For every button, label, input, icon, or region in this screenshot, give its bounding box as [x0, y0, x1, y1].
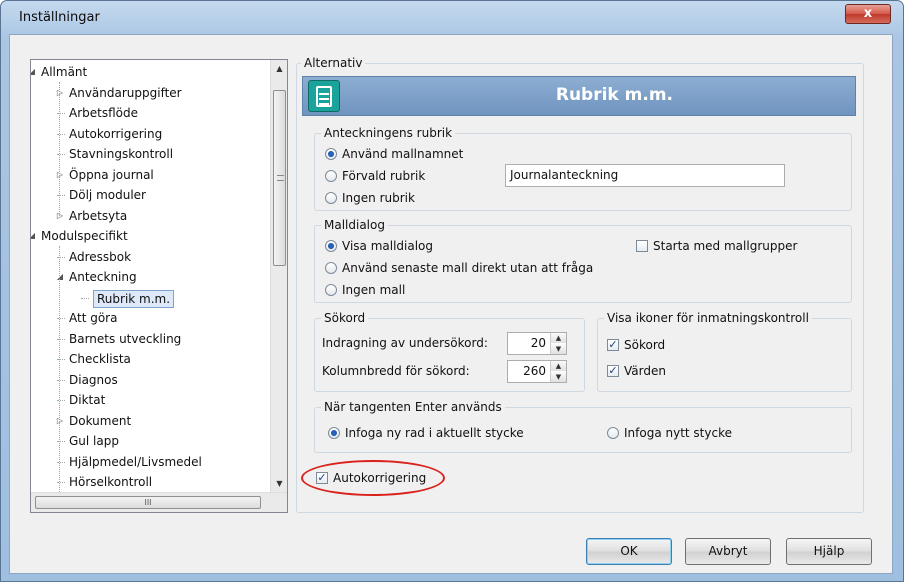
tree-vertical-scrollbar[interactable]: ▲ ▼	[270, 60, 287, 492]
tree-item-label: Anteckning	[69, 270, 137, 284]
spin-down-icon[interactable]: ▼	[551, 372, 566, 382]
tree-item-label: Att göra	[69, 311, 118, 325]
indent-label: Indragning av undersökord:	[322, 336, 488, 350]
tree-item[interactable]: Diagnos	[31, 370, 269, 390]
input-icons-legend: Visa ikoner för inmatningskontroll	[604, 311, 812, 325]
settings-tree: ◢ Allmänt ▷ Användaruppgifter Arbetsflöde Aut…	[30, 59, 288, 513]
tree-item[interactable]: Rubrik m.m.	[31, 288, 269, 308]
tree-item[interactable]: Diktat	[31, 390, 269, 410]
tree-item-label-selected: Rubrik m.m.	[93, 289, 175, 308]
tree-item[interactable]: Att göra	[31, 308, 269, 328]
tree-item-label: Dölj moduler	[69, 188, 146, 202]
tree-item-label: Dokument	[69, 413, 132, 428]
tree-item[interactable]: Barnets utveckling	[31, 329, 269, 349]
scroll-thumb[interactable]	[273, 90, 286, 266]
tree-item[interactable]: Hjälpmedel/Livsmedel	[31, 452, 269, 472]
tree-item-label: Hjälpmedel/Livsmedel	[69, 454, 202, 469]
tree-item[interactable]: ▷ Dokument	[31, 411, 269, 431]
tree-item[interactable]: Checklista	[31, 349, 269, 369]
scroll-up-icon[interactable]: ▲	[271, 60, 288, 77]
template-dialog-legend: Malldialog	[321, 218, 388, 232]
tree-item-label: Arbetsyta	[69, 208, 128, 223]
tree-item-label: Användaruppgifter	[69, 85, 182, 100]
tree-item[interactable]: ◢ Allmänt	[31, 62, 269, 82]
tree-item[interactable]: Autokorrigering	[31, 124, 269, 144]
tree-item-label: Stavningskontroll	[69, 147, 174, 161]
radio-icon	[325, 192, 337, 204]
enter-key-legend: När tangenten Enter används	[321, 400, 505, 414]
tree-item[interactable]: Arbetsflöde	[31, 103, 269, 123]
tree-item-label: Öppna journal	[69, 167, 154, 182]
tree-item[interactable]: Hörselkontroll	[31, 472, 269, 492]
checkbox-checked-icon: ✓	[607, 364, 619, 377]
tree-connector	[59, 82, 60, 218]
tree-item[interactable]: ◢ Modulspecifikt	[31, 226, 269, 246]
radio-selected-icon	[328, 427, 340, 439]
collapsed-arrow-icon[interactable]: ▷	[55, 83, 65, 103]
radio-selected-icon	[325, 240, 337, 252]
tree-item-label: Hörselkontroll	[69, 475, 153, 489]
radio-icon	[325, 284, 337, 296]
collapsed-arrow-icon[interactable]: ▷	[55, 165, 65, 185]
expanded-arrow-icon[interactable]: ◢	[31, 62, 37, 82]
tree-item[interactable]: Adressbok	[31, 247, 269, 267]
tree-item[interactable]: Dölj moduler	[31, 185, 269, 205]
grip-icon	[277, 175, 284, 181]
default-heading-input[interactable]: Journalanteckning	[505, 164, 785, 187]
close-button[interactable]: x	[845, 4, 891, 24]
tree-item-label: Autokorrigering	[69, 126, 163, 141]
cancel-button[interactable]: Avbryt	[685, 538, 771, 565]
heading-group-legend: Anteckningens rubrik	[321, 126, 456, 140]
spin-up-icon[interactable]: ▲	[551, 361, 566, 371]
radio-icon	[325, 262, 337, 274]
notepad-icon	[308, 80, 340, 112]
tree-horizontal-scrollbar[interactable]: III	[31, 492, 287, 512]
expanded-arrow-icon[interactable]: ◢	[55, 267, 65, 287]
window-title: Inställningar	[19, 10, 100, 25]
tree-item-label: Gul lapp	[69, 434, 119, 448]
tree-item[interactable]: ▷ Användaruppgifter	[31, 83, 269, 103]
indent-stepper[interactable]: 20 ▲ ▼	[507, 332, 567, 355]
title-bar[interactable]: Inställningar x	[1, 1, 903, 35]
tree-item-label: Checklista	[69, 352, 131, 366]
tree-item-label: Diktat	[69, 393, 106, 407]
tree-item-label: Barnets utveckling	[69, 331, 182, 346]
help-button[interactable]: Hjälp	[786, 538, 872, 565]
collapsed-arrow-icon[interactable]: ▷	[55, 411, 65, 431]
tree-list: ◢ Allmänt ▷ Användaruppgifter Arbetsflöde Aut…	[31, 60, 271, 492]
tree-item-label: Diagnos	[69, 372, 118, 387]
expanded-arrow-icon[interactable]: ◢	[31, 226, 37, 246]
alternativ-legend: Alternativ	[301, 56, 366, 70]
section-title: Rubrik m.m.	[555, 85, 673, 105]
keyword-group-legend: Sökord	[321, 311, 369, 325]
tree-item[interactable]: Gul lapp	[31, 431, 269, 451]
hscroll-thumb[interactable]: III	[35, 496, 261, 509]
tree-item-label: Allmänt	[41, 65, 88, 79]
checkbox-checked-icon: ✓	[607, 338, 619, 351]
scroll-down-icon[interactable]: ▼	[271, 475, 288, 492]
ok-button[interactable]: OK	[586, 538, 672, 565]
column-width-stepper[interactable]: 260 ▲ ▼	[507, 360, 567, 383]
tree-item-label: Modulspecifikt	[41, 229, 128, 243]
tree-item[interactable]: ▷ Arbetsyta	[31, 206, 269, 226]
collapsed-arrow-icon[interactable]: ▷	[55, 206, 65, 226]
tree-item-label: Adressbok	[69, 249, 132, 264]
highlight-ellipse	[301, 460, 445, 496]
spin-down-icon[interactable]: ▼	[551, 344, 566, 354]
tree-item[interactable]: ▷ Öppna journal	[31, 165, 269, 185]
tree-item[interactable]: ◢ Anteckning	[31, 267, 269, 287]
spin-up-icon[interactable]: ▲	[551, 333, 566, 343]
checkbox-icon	[636, 240, 648, 252]
input-icons-group: Visa ikoner för inmatningskontroll	[597, 311, 852, 392]
radio-selected-icon	[325, 148, 337, 160]
tree-item[interactable]: Stavningskontroll	[31, 144, 269, 164]
radio-icon	[607, 427, 619, 439]
tree-item-label: Arbetsflöde	[69, 106, 138, 120]
tree-connector	[81, 297, 89, 299]
section-banner: Rubrik m.m.	[302, 76, 856, 116]
column-width-label: Kolumnbredd för sökord:	[322, 364, 470, 378]
tree-connector	[59, 246, 60, 492]
radio-icon	[325, 170, 337, 182]
